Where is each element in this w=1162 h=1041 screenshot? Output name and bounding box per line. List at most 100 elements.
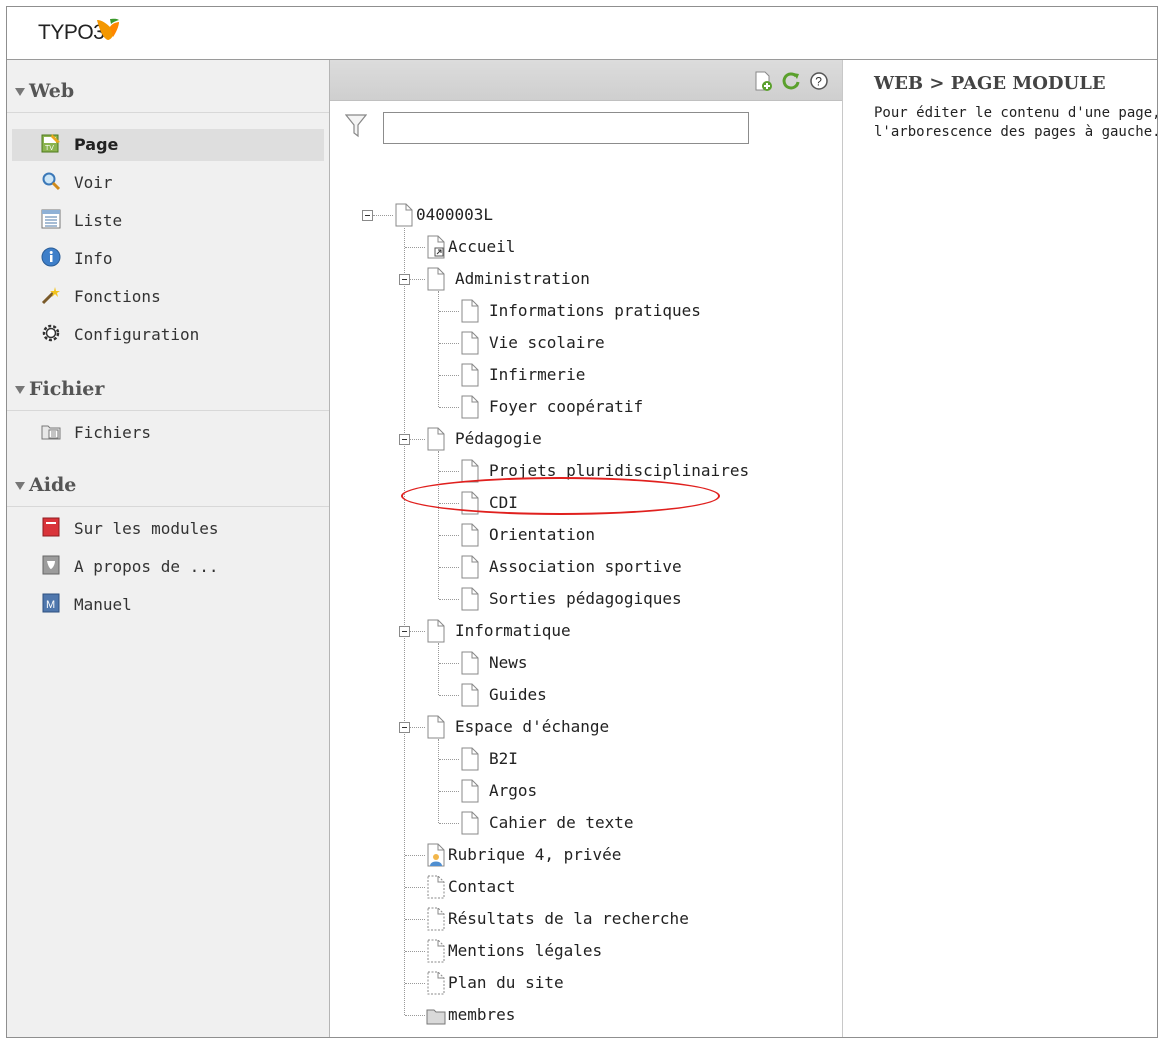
tree-node-label[interactable]: Mentions légales [448, 941, 602, 960]
collapse-triangle-icon[interactable] [15, 386, 25, 394]
tree-connector-line [439, 407, 459, 408]
module-info[interactable]: Info [27, 243, 317, 275]
typo3-logo-icon[interactable] [94, 16, 122, 44]
tree-node-label[interactable]: Foyer coopératif [489, 397, 643, 416]
page-icon[interactable] [459, 331, 481, 355]
top-bar: TYPO3 [7, 7, 1157, 60]
tree-connector-line [405, 855, 425, 856]
hidden-page-icon[interactable] [425, 939, 447, 963]
tree-node-label[interactable]: Rubrique 4, privée [448, 845, 621, 864]
page-icon[interactable] [459, 747, 481, 771]
tree-connector-line [405, 1015, 425, 1016]
tree-connector-line [439, 567, 459, 568]
page-icon[interactable] [393, 203, 415, 227]
tree-node-label[interactable]: 0400003L [416, 205, 493, 224]
module-voir[interactable]: Voir [27, 167, 317, 199]
tree-node-label[interactable]: Accueil [448, 237, 515, 256]
page-icon[interactable] [459, 363, 481, 387]
tree-connector-line [439, 823, 459, 824]
filelist-folder-icon [41, 425, 61, 440]
tree-node-label[interactable]: Guides [489, 685, 547, 704]
page-icon[interactable] [459, 523, 481, 547]
module-manuel[interactable]: M Manuel [27, 589, 317, 621]
tree-node-label[interactable]: Résultats de la recherche [448, 909, 689, 928]
module-fichiers[interactable]: Fichiers [27, 417, 317, 449]
page-icon[interactable] [425, 715, 447, 739]
page-icon[interactable] [425, 619, 447, 643]
tree-node-label[interactable]: Argos [489, 781, 537, 800]
tree-collapse-toggle-icon[interactable] [399, 434, 410, 445]
tree-connector-line [405, 983, 425, 984]
folder-icon[interactable] [425, 1003, 447, 1027]
page-icon[interactable] [459, 811, 481, 835]
tree-node-label[interactable]: Espace d'échange [455, 717, 609, 736]
tree-node-label[interactable]: B2I [489, 749, 518, 768]
tree-connector-line [405, 951, 425, 952]
tree-connector-line [439, 343, 459, 344]
tree-connector-line [439, 503, 459, 504]
tree-node-label[interactable]: Orientation [489, 525, 595, 544]
page-tree: 0400003L Accueil Administration Information… [330, 60, 842, 1037]
module-liste[interactable]: Liste [27, 205, 317, 237]
module-a-propos[interactable]: A propos de ... [27, 551, 317, 583]
tree-connector-line [439, 471, 459, 472]
tree-node-label[interactable]: CDI [489, 493, 518, 512]
hidden-page-icon[interactable] [425, 875, 447, 899]
tree-collapse-toggle-icon[interactable] [399, 722, 410, 733]
tree-connector-line [439, 599, 459, 600]
tree-node-label[interactable]: Sorties pédagogiques [489, 589, 682, 608]
tree-collapse-toggle-icon[interactable] [399, 274, 410, 285]
page-icon[interactable] [459, 459, 481, 483]
module-label: Sur les modules [74, 519, 219, 538]
tree-node-label[interactable]: Association sportive [489, 557, 682, 576]
collapse-triangle-icon[interactable] [15, 88, 25, 96]
tree-node-label[interactable]: membres [448, 1005, 515, 1024]
page-icon[interactable] [425, 427, 447, 451]
tree-connector-line [405, 887, 425, 888]
page-icon[interactable] [459, 555, 481, 579]
manual-icon: M [42, 593, 60, 613]
module-menu: Web TV Page Voir Liste Info Fonctions Co… [7, 60, 330, 1037]
tree-node-label[interactable]: Pédagogie [455, 429, 542, 448]
tree-node-label[interactable]: Projets pluridisciplinaires [489, 461, 749, 480]
tree-node-label[interactable]: Administration [455, 269, 590, 288]
page-icon[interactable] [459, 395, 481, 419]
tree-collapse-toggle-icon[interactable] [399, 626, 410, 637]
tree-connector-line [439, 375, 459, 376]
tree-node-label[interactable]: Vie scolaire [489, 333, 605, 352]
module-label: Fichiers [74, 423, 152, 442]
list-icon [41, 209, 61, 229]
page-icon[interactable] [459, 491, 481, 515]
module-label: A propos de ... [74, 557, 219, 576]
tree-collapse-toggle-icon[interactable] [362, 210, 373, 221]
tree-node-label[interactable]: Informations pratiques [489, 301, 701, 320]
shortcut-page-icon[interactable] [425, 235, 447, 259]
group-aide[interactable]: Aide [7, 466, 329, 507]
svg-text:TV: TV [45, 145, 54, 152]
page-icon[interactable] [459, 683, 481, 707]
group-web[interactable]: Web [7, 72, 329, 113]
tree-connector-line [439, 791, 459, 792]
group-fichier[interactable]: Fichier [7, 370, 329, 411]
hidden-page-icon[interactable] [425, 971, 447, 995]
page-icon[interactable] [459, 299, 481, 323]
page-icon[interactable] [459, 587, 481, 611]
restricted-page-icon[interactable] [425, 843, 447, 867]
tree-node-label[interactable]: Contact [448, 877, 515, 896]
tree-node-label[interactable]: News [489, 653, 528, 672]
hidden-page-icon[interactable] [425, 907, 447, 931]
tree-connector-line [405, 247, 425, 248]
page-icon[interactable] [459, 779, 481, 803]
module-configuration[interactable]: Configuration [27, 319, 317, 351]
tree-node-label[interactable]: Cahier de texte [489, 813, 634, 832]
tree-node-label[interactable]: Informatique [455, 621, 571, 640]
tree-node-label[interactable]: Infirmerie [489, 365, 585, 384]
module-sur-les-modules[interactable]: Sur les modules [27, 513, 317, 545]
module-page[interactable]: TV Page [12, 129, 324, 161]
page-icon[interactable] [425, 267, 447, 291]
tree-node-label[interactable]: Plan du site [448, 973, 564, 992]
page-icon[interactable] [459, 651, 481, 675]
module-label: Page [74, 135, 119, 154]
module-fonctions[interactable]: Fonctions [27, 281, 317, 313]
collapse-triangle-icon[interactable] [15, 482, 25, 490]
